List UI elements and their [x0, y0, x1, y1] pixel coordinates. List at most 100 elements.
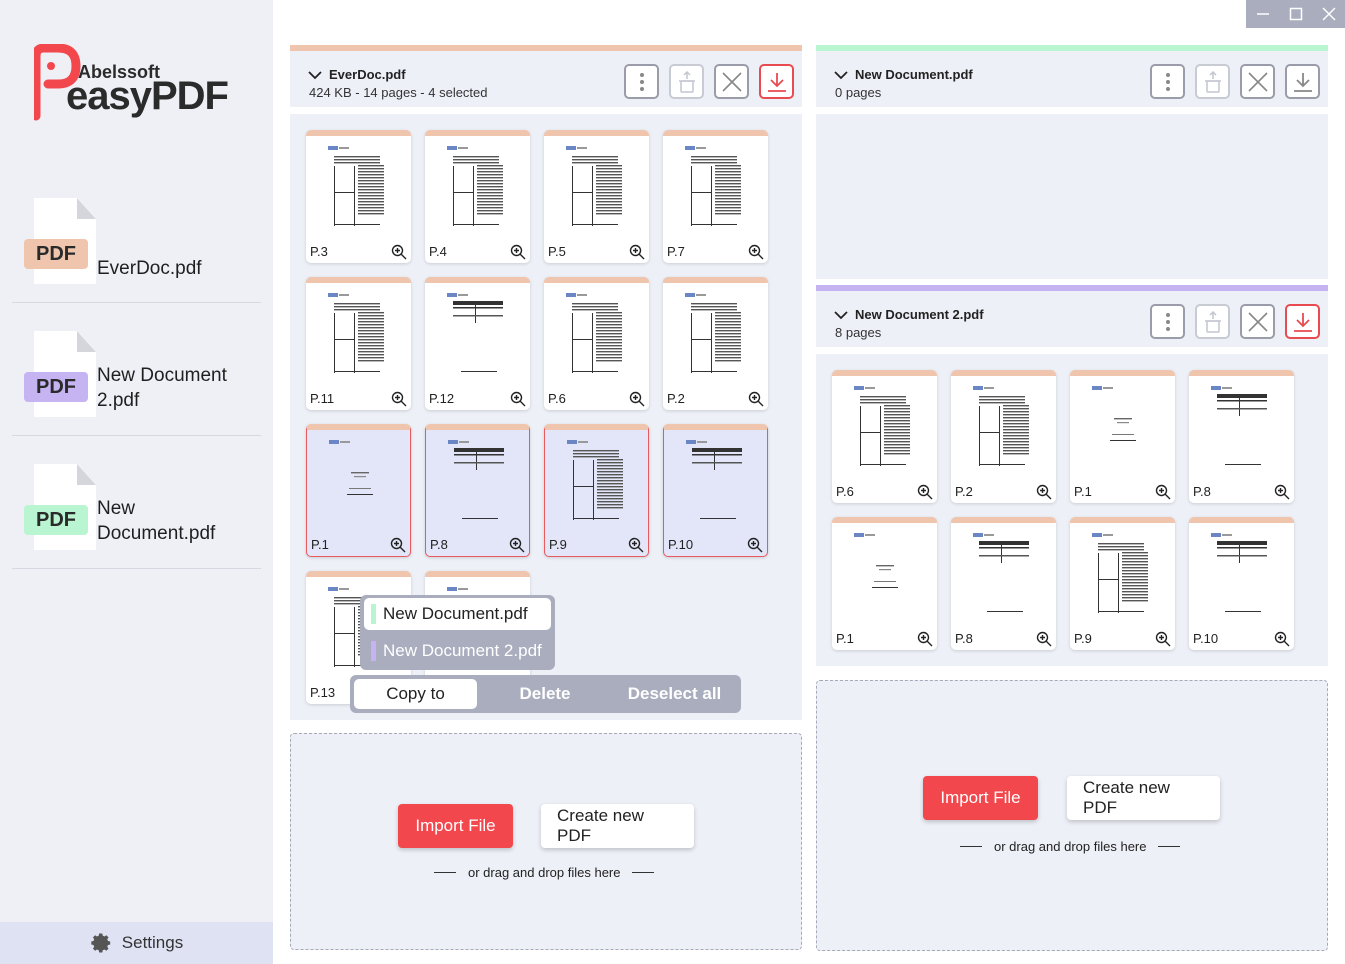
drag-hint: or drag and drop files here: [960, 839, 1181, 854]
sidebar-doc-name: EverDoc.pdf: [97, 258, 202, 279]
deselect-all-button[interactable]: Deselect all: [612, 679, 737, 709]
sidebar-doc-newdoc[interactable]: PDF New Document.pdf: [12, 436, 261, 569]
page-number: P.6: [836, 484, 854, 499]
download-button[interactable]: [1285, 304, 1320, 339]
chevron-down-icon[interactable]: [834, 310, 848, 320]
delete-button[interactable]: Delete: [485, 679, 605, 709]
page-thumbnail[interactable]: P.6: [544, 277, 649, 410]
page-thumbnail[interactable]: P.12: [425, 277, 530, 410]
close-icon: [1247, 71, 1268, 92]
page-thumbnail[interactable]: P.1: [1070, 370, 1175, 503]
copy-target-label: New Document 2.pdf: [383, 641, 542, 660]
page-thumbnail[interactable]: P.1: [832, 517, 937, 650]
zoom-in-icon[interactable]: [917, 631, 933, 647]
minimize-button[interactable]: [1246, 0, 1279, 28]
settings-label: Settings: [121, 933, 184, 952]
copy-target-newdoc2[interactable]: New Document 2.pdf: [364, 635, 551, 667]
close-document-button[interactable]: [714, 64, 749, 99]
page-number: P.8: [1193, 484, 1211, 499]
close-window-button[interactable]: [1312, 0, 1345, 28]
page-thumbnail[interactable]: P.10: [1189, 517, 1294, 650]
more-options-button[interactable]: [1150, 64, 1185, 99]
zoom-in-icon[interactable]: [628, 537, 644, 553]
zoom-in-icon[interactable]: [1155, 631, 1171, 647]
zoom-in-icon[interactable]: [391, 244, 407, 260]
extract-button[interactable]: [669, 64, 704, 99]
more-options-button[interactable]: [624, 64, 659, 99]
import-file-button[interactable]: Import File: [923, 776, 1038, 820]
zoom-in-icon[interactable]: [1036, 484, 1052, 500]
download-icon: [767, 72, 786, 92]
copy-to-button[interactable]: Copy to: [354, 679, 477, 709]
copy-to-dropdown: New Document.pdf New Document 2.pdf: [360, 595, 555, 670]
page-thumbnail[interactable]: P.8: [425, 424, 530, 557]
zoom-in-icon[interactable]: [510, 244, 526, 260]
chevron-down-icon[interactable]: [308, 70, 322, 80]
panel-header-everdoc: EverDoc.pdf 424 KB - 14 pages - 4 select…: [290, 45, 802, 107]
page-number: P.10: [1193, 631, 1219, 646]
app-logo: Abelssoft easyPDF: [31, 43, 244, 124]
page-thumbnail[interactable]: P.9: [1070, 517, 1175, 650]
chevron-down-icon[interactable]: [834, 70, 848, 80]
zoom-in-icon[interactable]: [629, 391, 645, 407]
page-thumbnail[interactable]: P.2: [663, 277, 768, 410]
page-thumbnail[interactable]: P.1: [306, 424, 411, 557]
page-thumbnail[interactable]: P.11: [306, 277, 411, 410]
page-thumbnail[interactable]: P.4: [425, 130, 530, 263]
dropzone-left[interactable]: Import File Create new PDF or drag and d…: [290, 733, 802, 950]
extract-button[interactable]: [1195, 64, 1230, 99]
zoom-in-icon[interactable]: [1155, 484, 1171, 500]
zoom-in-icon[interactable]: [1274, 631, 1290, 647]
page-preview-icon: [566, 293, 622, 373]
page-thumbnail[interactable]: P.3: [306, 130, 411, 263]
sidebar-doc-everdoc[interactable]: PDF EverDoc.pdf: [12, 170, 261, 303]
zoom-in-icon[interactable]: [1274, 484, 1290, 500]
page-thumbnail[interactable]: P.8: [951, 517, 1056, 650]
close-document-button[interactable]: [1240, 64, 1275, 99]
panel-header-newdoc: New Document.pdf 0 pages: [816, 45, 1328, 107]
drag-hint-text: or drag and drop files here: [994, 839, 1147, 854]
page-thumbnail[interactable]: P.9: [544, 424, 649, 557]
zoom-in-icon[interactable]: [510, 391, 526, 407]
settings-button[interactable]: Settings: [0, 922, 273, 964]
zoom-in-icon[interactable]: [391, 391, 407, 407]
page-thumbnail[interactable]: P.10: [663, 424, 768, 557]
create-new-pdf-button[interactable]: Create new PDF: [1067, 776, 1220, 820]
zoom-in-icon[interactable]: [1036, 631, 1052, 647]
import-file-button[interactable]: Import File: [398, 804, 513, 848]
pdf-file-icon: PDF: [24, 198, 96, 284]
close-document-button[interactable]: [1240, 304, 1275, 339]
page-number: P.12: [429, 391, 455, 406]
zoom-in-icon[interactable]: [748, 244, 764, 260]
extract-button[interactable]: [1195, 304, 1230, 339]
trash-upload-icon: [678, 70, 695, 93]
page-number: P.6: [548, 391, 566, 406]
sidebar-doc-newdoc2[interactable]: PDF New Document 2.pdf: [12, 303, 261, 436]
zoom-in-icon[interactable]: [629, 244, 645, 260]
more-options-button[interactable]: [1150, 304, 1185, 339]
page-thumbnail[interactable]: P.7: [663, 130, 768, 263]
page-thumbnail[interactable]: P.6: [832, 370, 937, 503]
page-number: P.3: [310, 244, 328, 259]
maximize-button[interactable]: [1279, 0, 1312, 28]
page-number: P.1: [311, 537, 329, 552]
copy-target-newdoc[interactable]: New Document.pdf: [364, 598, 551, 630]
zoom-in-icon[interactable]: [917, 484, 933, 500]
download-button[interactable]: [1285, 64, 1320, 99]
page-thumbnail[interactable]: P.8: [1189, 370, 1294, 503]
trash-upload-icon: [1204, 310, 1221, 333]
zoom-in-icon[interactable]: [390, 537, 406, 553]
page-thumbnail[interactable]: P.5: [544, 130, 649, 263]
download-button[interactable]: [759, 64, 794, 99]
page-number: P.8: [955, 631, 973, 646]
zoom-in-icon[interactable]: [509, 537, 525, 553]
page-thumbnail[interactable]: P.2: [951, 370, 1056, 503]
zoom-in-icon[interactable]: [748, 391, 764, 407]
zoom-in-icon[interactable]: [747, 537, 763, 553]
gear-icon: [91, 933, 110, 953]
page-preview-icon: [1211, 533, 1267, 612]
page-preview-icon: [447, 293, 503, 372]
page-number: P.2: [955, 484, 973, 499]
create-new-pdf-button[interactable]: Create new PDF: [541, 804, 694, 848]
dropzone-right[interactable]: Import File Create new PDF or drag and d…: [816, 680, 1328, 951]
